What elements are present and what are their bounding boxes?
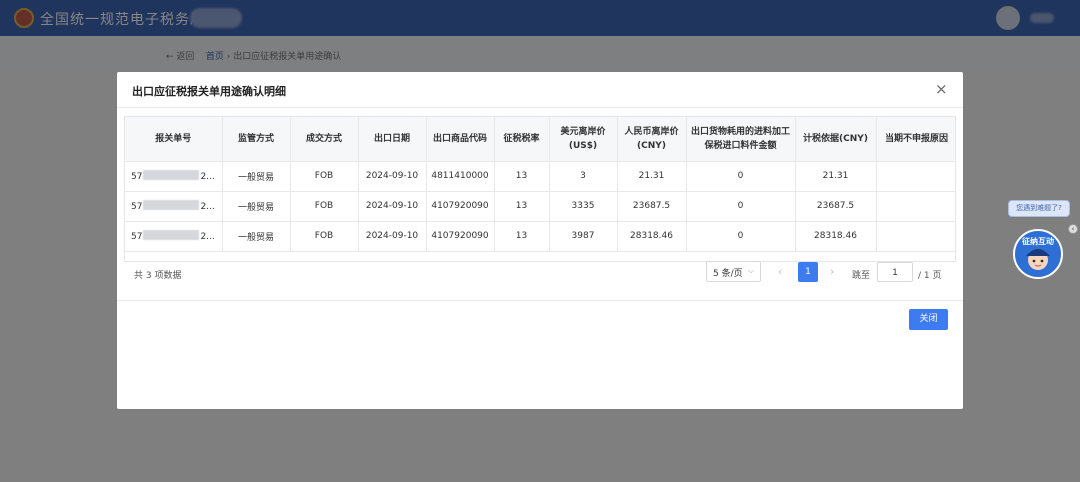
jump-label: 跳至 bbox=[852, 271, 871, 281]
export-date-cell: 2024-09-10 bbox=[358, 161, 427, 192]
tax-rate-cell: 13 bbox=[494, 221, 550, 252]
terms-cell: FOB bbox=[290, 221, 359, 252]
close-icon[interactable]: × bbox=[935, 80, 948, 98]
tax-base-cell: 21.31 bbox=[795, 161, 877, 192]
detail-modal: 出口应征税报关单用途确认明细 × 报关单号 监管方式 成交方式 出口日期 出口商… bbox=[117, 72, 963, 409]
column-header: 出口日期 bbox=[358, 117, 427, 162]
column-header: 人民币离岸价(CNY) bbox=[617, 117, 687, 162]
material-amount-cell: 0 bbox=[686, 191, 796, 222]
column-header: 报关单号 bbox=[125, 117, 223, 162]
tax-base-cell: 28318.46 bbox=[795, 221, 877, 252]
masked-text bbox=[143, 200, 200, 210]
export-date-cell: 2024-09-10 bbox=[358, 221, 427, 252]
column-header: 成交方式 bbox=[290, 117, 359, 162]
reason-cell bbox=[876, 191, 955, 222]
page-size-select[interactable]: 5 条/页 ⌵ bbox=[706, 261, 761, 282]
table-row: 57 2... 一般贸易 FOB 2024-09-10 4811410000 13… bbox=[125, 161, 955, 192]
detail-table: 报关单号 监管方式 成交方式 出口日期 出口商品代码 征税税率 美元离岸价(US… bbox=[124, 116, 956, 262]
column-header: 计税依据(CNY) bbox=[795, 117, 877, 162]
cny-fob-cell: 21.31 bbox=[617, 161, 687, 192]
supervision-cell: 一般贸易 bbox=[222, 221, 291, 252]
table-row: 57 2... 一般贸易 FOB 2024-09-10 4107920090 13… bbox=[125, 191, 955, 222]
masked-text bbox=[143, 230, 200, 240]
tax-rate-cell: 13 bbox=[494, 191, 550, 222]
terms-cell: FOB bbox=[290, 161, 359, 192]
reason-cell bbox=[876, 161, 955, 192]
table-header-row: 报关单号 监管方式 成交方式 出口日期 出口商品代码 征税税率 美元离岸价(US… bbox=[125, 117, 955, 162]
chevron-down-icon: ⌵ bbox=[747, 266, 754, 275]
cny-fob-cell: 23687.5 bbox=[617, 191, 687, 222]
supervision-cell: 一般贸易 bbox=[222, 191, 291, 222]
export-date-cell: 2024-09-10 bbox=[358, 191, 427, 222]
commodity-code-cell: 4107920090 bbox=[426, 191, 495, 222]
table-row: 57 2... 一般贸易 FOB 2024-09-10 4107920090 13… bbox=[125, 221, 955, 252]
reason-cell bbox=[876, 221, 955, 252]
commodity-code-cell: 4811410000 bbox=[426, 161, 495, 192]
declaration-number-cell: 57 2... bbox=[125, 161, 223, 192]
footer-divider bbox=[117, 300, 963, 301]
column-header: 监管方式 bbox=[222, 117, 291, 162]
masked-text bbox=[143, 170, 200, 180]
material-amount-cell: 0 bbox=[686, 161, 796, 192]
help-bubble[interactable]: 您遇到难题了? bbox=[1008, 200, 1070, 217]
cny-fob-cell: 28318.46 bbox=[617, 221, 687, 252]
tax-base-cell: 23687.5 bbox=[795, 191, 877, 222]
tax-rate-cell: 13 bbox=[494, 161, 550, 192]
assistant-badge-label: 征纳互动 bbox=[1022, 236, 1054, 246]
material-amount-cell: 0 bbox=[686, 221, 796, 252]
page-total: / 1 页 bbox=[918, 271, 942, 281]
column-header: 当期不申报原因 bbox=[876, 117, 955, 162]
usd-fob-cell: 3987 bbox=[549, 221, 618, 252]
column-header: 征税税率 bbox=[494, 117, 550, 162]
usd-fob-cell: 3 bbox=[549, 161, 618, 192]
declaration-number-cell: 57 2... bbox=[125, 221, 223, 252]
declaration-number-cell: 57 2... bbox=[125, 191, 223, 222]
supervision-cell: 一般贸易 bbox=[222, 161, 291, 192]
terms-cell: FOB bbox=[290, 191, 359, 222]
column-header: 美元离岸价(US$) bbox=[549, 117, 618, 162]
column-header: 出口货物耗用的进料加工保税进口料件金额 bbox=[686, 117, 796, 162]
jump-page-input[interactable] bbox=[877, 262, 913, 282]
total-count: 共 3 项数据 bbox=[134, 271, 182, 281]
modal-header: 出口应征税报关单用途确认明细 × bbox=[117, 72, 963, 108]
commodity-code-cell: 4107920090 bbox=[426, 221, 495, 252]
usd-fob-cell: 3335 bbox=[549, 191, 618, 222]
page-size-value: 5 条/页 bbox=[713, 269, 743, 279]
next-page-icon[interactable]: › bbox=[830, 265, 834, 278]
collapse-assistant-icon[interactable]: ‹ bbox=[1068, 224, 1078, 234]
assistant-mascot-icon[interactable]: 征纳互动 bbox=[1010, 224, 1066, 280]
column-header: 出口商品代码 bbox=[426, 117, 495, 162]
prev-page-icon[interactable]: ‹ bbox=[778, 265, 782, 278]
modal-title: 出口应征税报关单用途确认明细 bbox=[132, 85, 286, 98]
page-number-button[interactable]: 1 bbox=[798, 262, 818, 282]
close-button[interactable]: 关闭 bbox=[909, 309, 948, 330]
